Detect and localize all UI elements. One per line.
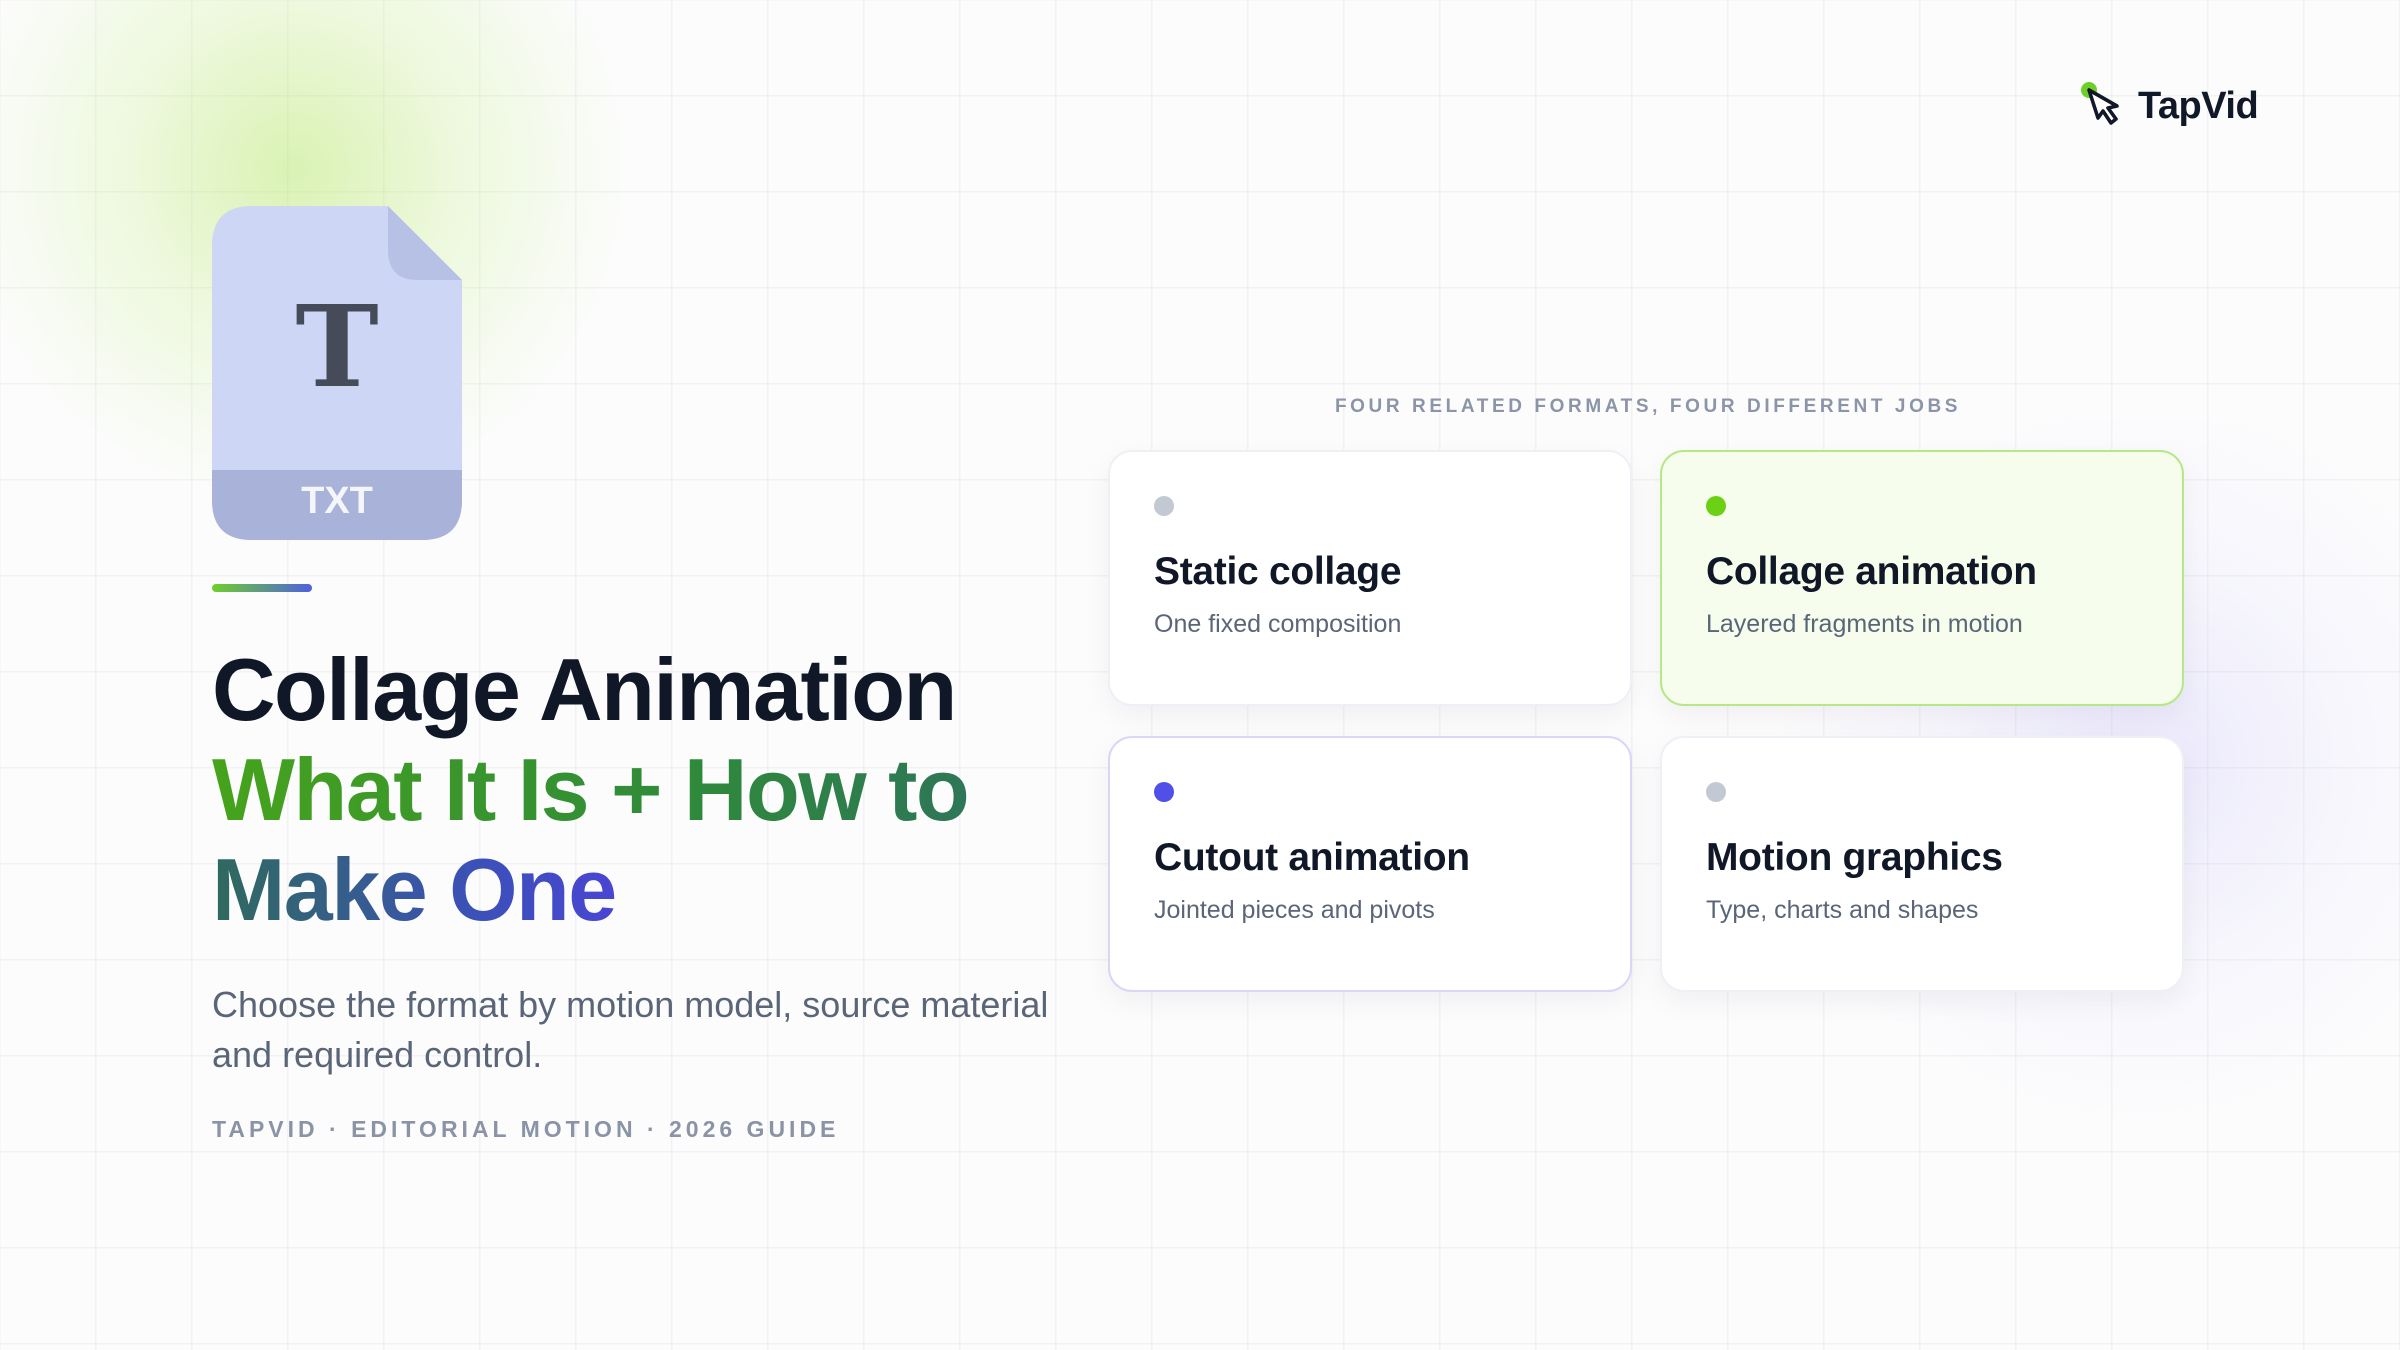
title-line-2: What It Is + How to xyxy=(212,740,1072,840)
card-description: Jointed pieces and pivots xyxy=(1154,896,1435,924)
card-description: Type, charts and shapes xyxy=(1706,896,1979,924)
status-dot xyxy=(1154,782,1174,802)
card-title: Motion graphics xyxy=(1706,836,2003,879)
txt-file-icon: T TXT xyxy=(212,206,462,540)
pointer-hand-icon xyxy=(2076,78,2132,134)
file-extension: TXT xyxy=(301,480,373,522)
format-card-cutout-animation[interactable]: Cutout animation Jointed pieces and pivo… xyxy=(1108,736,1632,992)
status-dot xyxy=(1706,496,1726,516)
byline: TAPVID · EDITORIAL MOTION · 2026 GUIDE xyxy=(212,1116,840,1142)
formats-label: FOUR RELATED FORMATS, FOUR DIFFERENT JOB… xyxy=(1334,396,1962,417)
file-glyph: T xyxy=(295,282,379,413)
format-card-static-collage[interactable]: Static collage One fixed composition xyxy=(1108,450,1632,706)
card-description: One fixed composition xyxy=(1154,610,1402,638)
subtitle: Choose the format by motion model, sourc… xyxy=(212,984,1049,1075)
card-title: Cutout animation xyxy=(1154,836,1470,879)
card-description: Layered fragments in motion xyxy=(1706,610,2023,638)
status-dot xyxy=(1706,782,1726,802)
accent-bar xyxy=(212,584,312,592)
page-title: Collage Animation What It Is + How to Ma… xyxy=(212,640,1072,940)
card-title: Static collage xyxy=(1154,550,1402,593)
status-dot xyxy=(1154,496,1174,516)
brand-logo[interactable]: TapVid xyxy=(2076,78,2259,134)
title-line-1: Collage Animation xyxy=(212,640,957,739)
title-line-3: Make One xyxy=(212,840,632,940)
format-card-motion-graphics[interactable]: Motion graphics Type, charts and shapes xyxy=(1660,736,2184,992)
brand-name: TapVid xyxy=(2138,84,2259,127)
card-title: Collage animation xyxy=(1706,550,2037,593)
format-card-collage-animation[interactable]: Collage animation Layered fragments in m… xyxy=(1660,450,2184,706)
